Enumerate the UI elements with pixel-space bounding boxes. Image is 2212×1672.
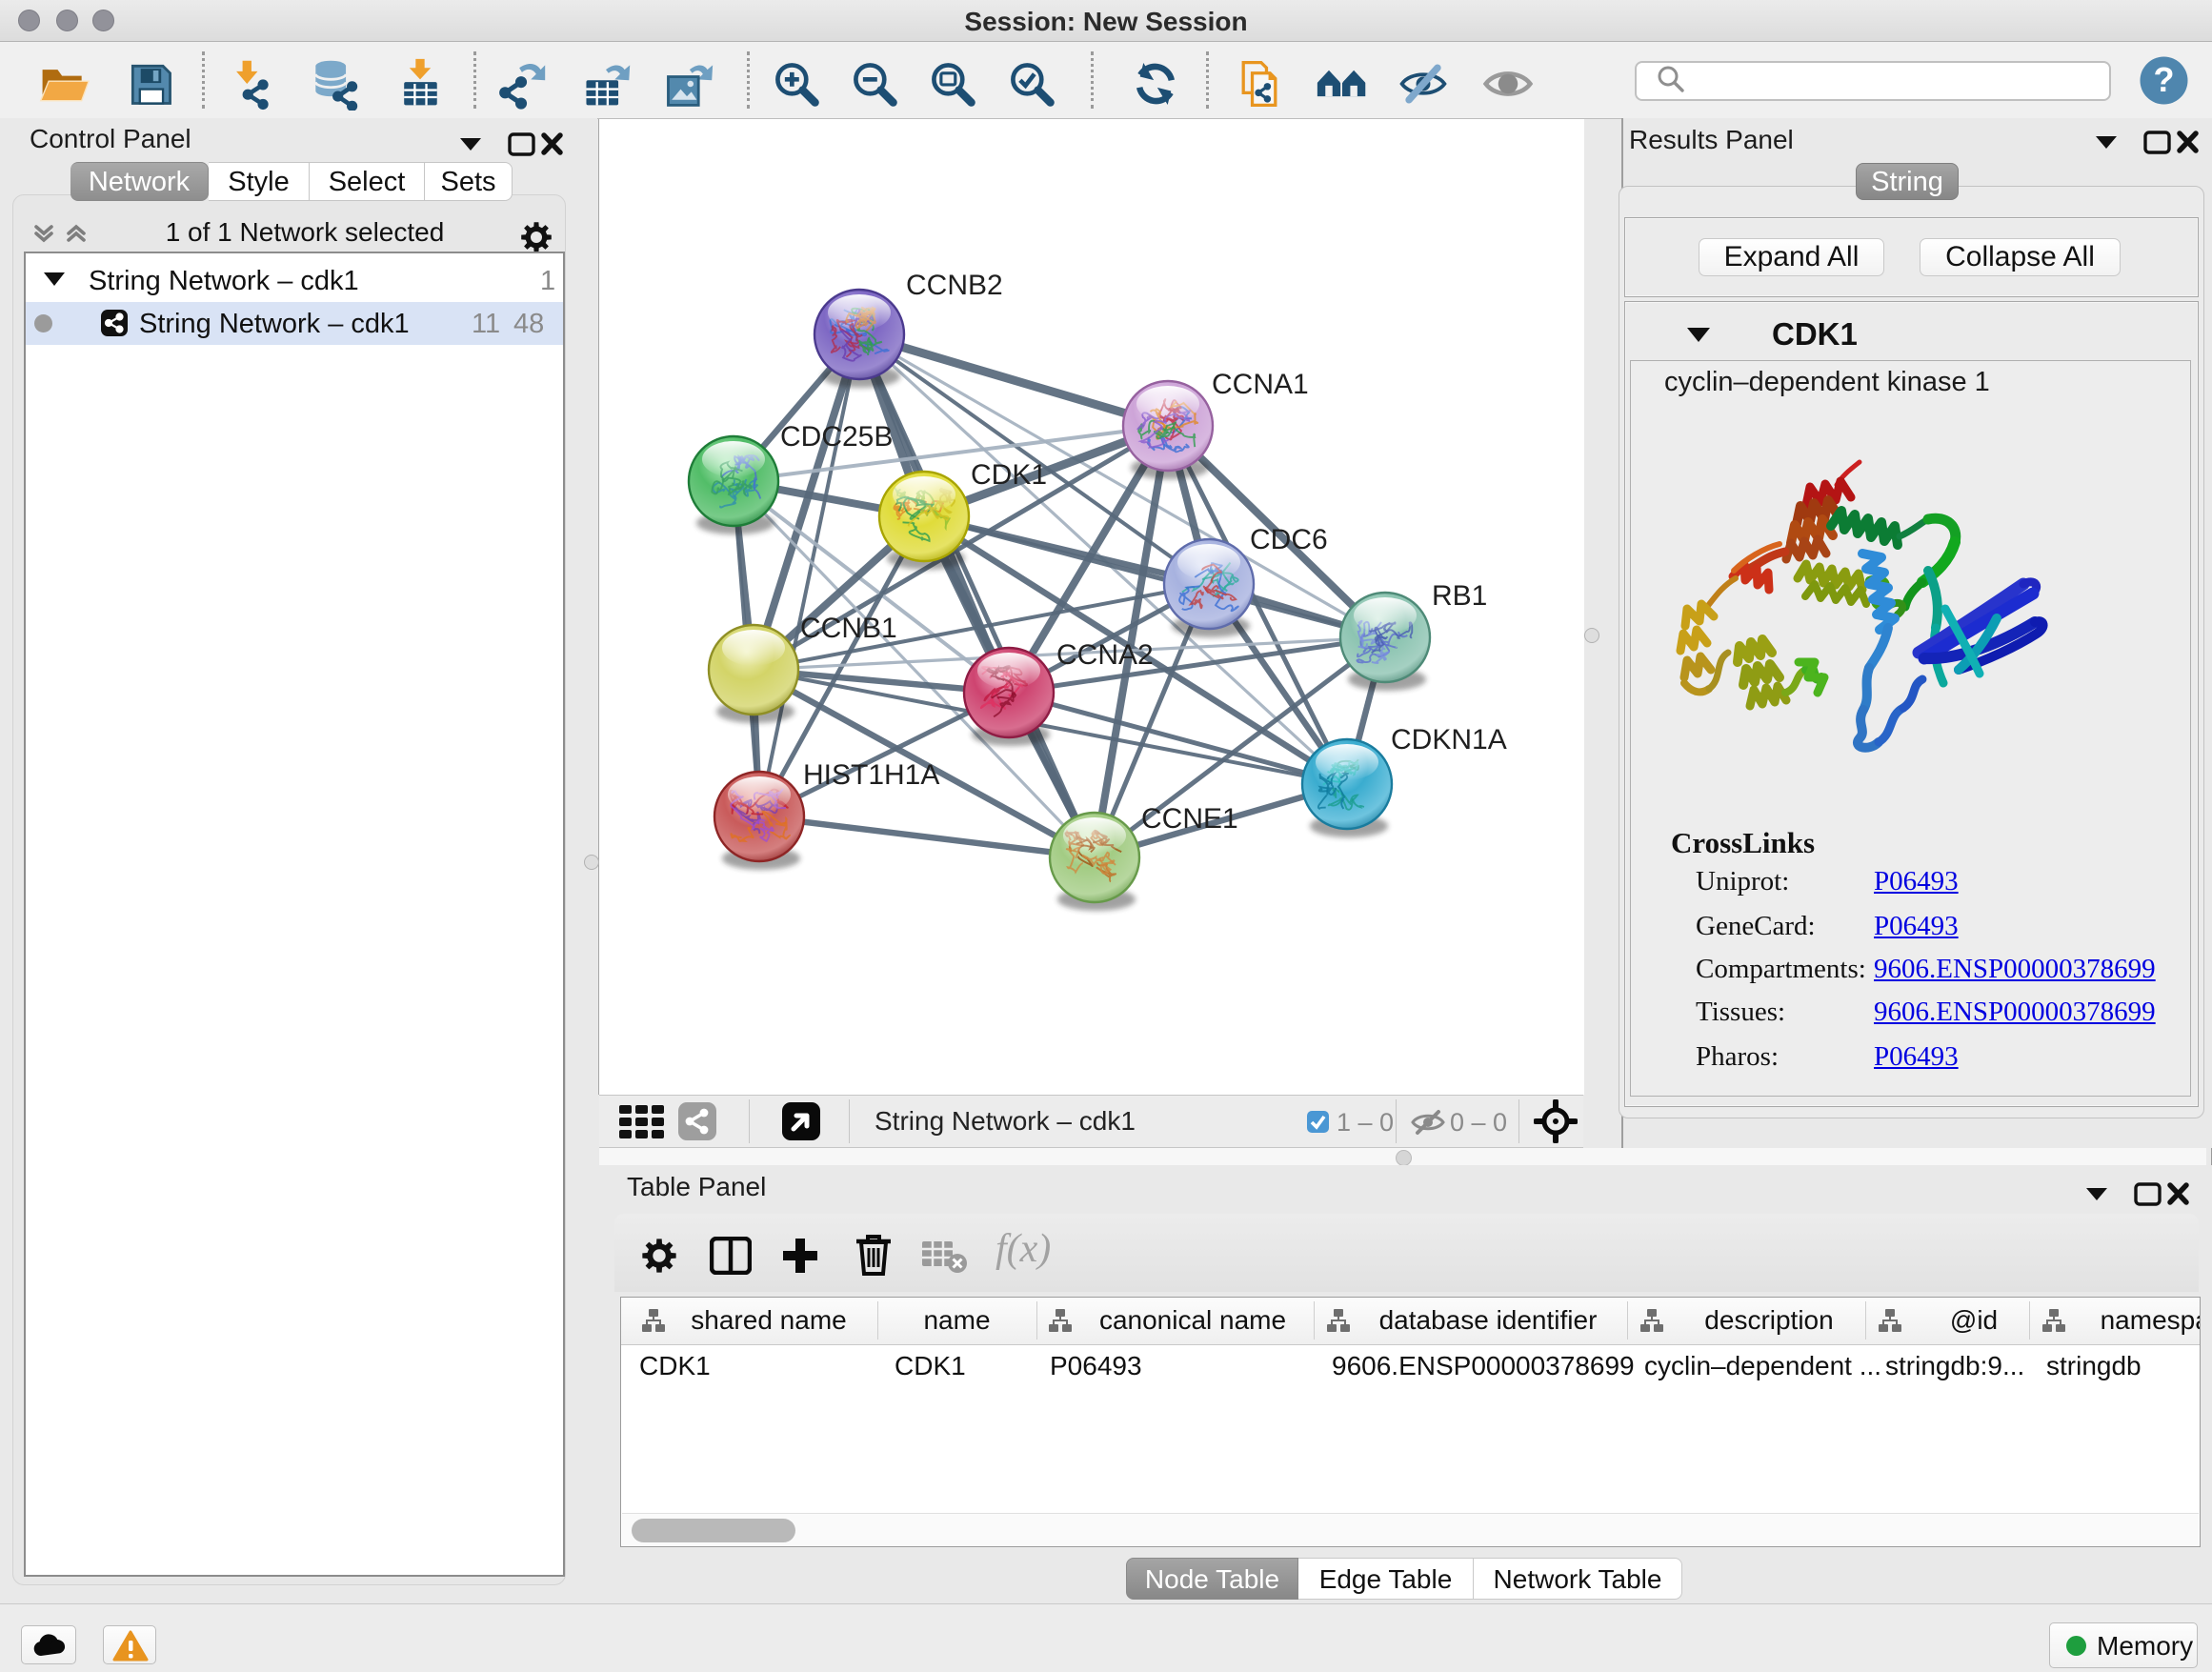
svg-text:HIST1H1A: HIST1H1A [803,759,939,791]
svg-text:?: ? [2154,60,2175,99]
svg-text:CCNB2: CCNB2 [906,270,1003,301]
svg-text:CDC25B: CDC25B [780,421,893,453]
svg-text:CCNB1: CCNB1 [800,613,897,644]
svg-text:CCNA2: CCNA2 [1056,639,1154,671]
svg-text:CDC6: CDC6 [1250,524,1328,555]
svg-text:CCNE1: CCNE1 [1141,803,1238,835]
svg-text:CCNA1: CCNA1 [1212,369,1309,400]
svg-text:CDK1: CDK1 [971,459,1047,491]
svg-text:RB1: RB1 [1432,580,1487,612]
svg-text:CDKN1A: CDKN1A [1391,724,1507,755]
